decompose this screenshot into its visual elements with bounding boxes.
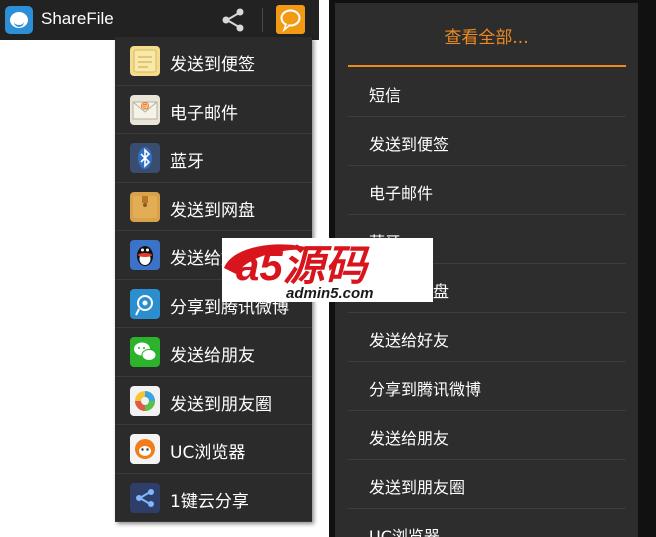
qq-icon [130, 240, 160, 270]
moments-icon [130, 385, 160, 416]
menu-item-uc-browser[interactable]: UC浏览器 [115, 425, 312, 474]
svg-text:a5源码: a5源码 [236, 242, 371, 289]
action-bar-divider [262, 8, 263, 32]
app-logo-icon[interactable] [5, 6, 33, 34]
menu-item-bluetooth[interactable]: 蓝牙 [115, 134, 312, 183]
menu-item-label: 电子邮件 [170, 103, 238, 124]
note-icon [130, 46, 160, 76]
dialog-option-sms[interactable]: 短信 [348, 68, 626, 117]
chat-button[interactable] [276, 5, 305, 34]
share-button[interactable] [210, 2, 256, 38]
dialog-title-divider [348, 65, 626, 67]
netdisk-icon [130, 191, 160, 222]
chat-bubble-icon [280, 9, 301, 33]
cloud-share-icon [130, 482, 160, 513]
dialog-option-note[interactable]: 发送到便签 [348, 117, 626, 166]
menu-item-note[interactable]: 发送到便签 [115, 37, 312, 86]
svg-text:admin5.com: admin5.com [286, 285, 374, 302]
menu-item-label: 发送到网盘 [170, 200, 255, 221]
share-icon [222, 8, 244, 32]
menu-item-cloud-share[interactable]: 1键云分享 [115, 474, 312, 522]
menu-item-label: 发送到朋友圈 [170, 394, 272, 415]
uc-browser-icon [130, 434, 160, 464]
dialog-option-email[interactable]: 电子邮件 [348, 166, 626, 215]
dialog-option-uc-browser[interactable]: UC浏览器 [348, 509, 626, 537]
dialog-option-label: 电子邮件 [369, 184, 434, 203]
bluetooth-icon [130, 143, 160, 173]
menu-item-label: UC浏览器 [170, 443, 246, 463]
menu-item-label: 蓝牙 [170, 152, 204, 172]
dialog-option-label: 发送到便签 [369, 135, 450, 154]
dialog-option-label: 发送到朋友圈 [369, 478, 466, 497]
dialog-option-qq[interactable]: 发送给好友 [348, 313, 626, 362]
watermark-logo: a5源码 admin5.com [222, 238, 433, 302]
dialog-option-label: 发送给朋友 [369, 429, 450, 448]
dialog-option-tencent-weibo[interactable]: 分享到腾讯微博 [348, 362, 626, 411]
app-title: ShareFile [41, 9, 114, 28]
dialog-option-label: 短信 [369, 86, 402, 105]
dialog-option-moments[interactable]: 发送到朋友圈 [348, 460, 626, 509]
menu-item-label: 发送给朋友 [170, 346, 255, 366]
menu-item-moments[interactable]: 发送到朋友圈 [115, 377, 312, 425]
email-icon: @ [130, 94, 160, 125]
menu-item-netdisk[interactable]: 发送到网盘 [115, 183, 312, 231]
dialog-option-label: UC浏览器 [369, 527, 440, 537]
menu-item-label: 1键云分享 [170, 491, 249, 512]
dialog-title: 查看全部... [444, 28, 529, 48]
action-bar: ShareFile [0, 0, 319, 40]
tencent-weibo-icon [130, 288, 160, 319]
menu-item-email[interactable]: @ 电子邮件 [115, 86, 312, 134]
wechat-icon [130, 337, 160, 367]
menu-item-label: 发送到便签 [170, 55, 255, 75]
a5-logo-icon: a5源码 admin5.com [224, 242, 374, 302]
menu-item-wechat[interactable]: 发送给朋友 [115, 328, 312, 377]
dialog-option-label: 分享到腾讯微博 [369, 380, 482, 399]
svg-text:@: @ [142, 102, 149, 110]
dialog-option-label: 发送给好友 [369, 331, 450, 350]
dialog-option-wechat[interactable]: 发送给朋友 [348, 411, 626, 460]
